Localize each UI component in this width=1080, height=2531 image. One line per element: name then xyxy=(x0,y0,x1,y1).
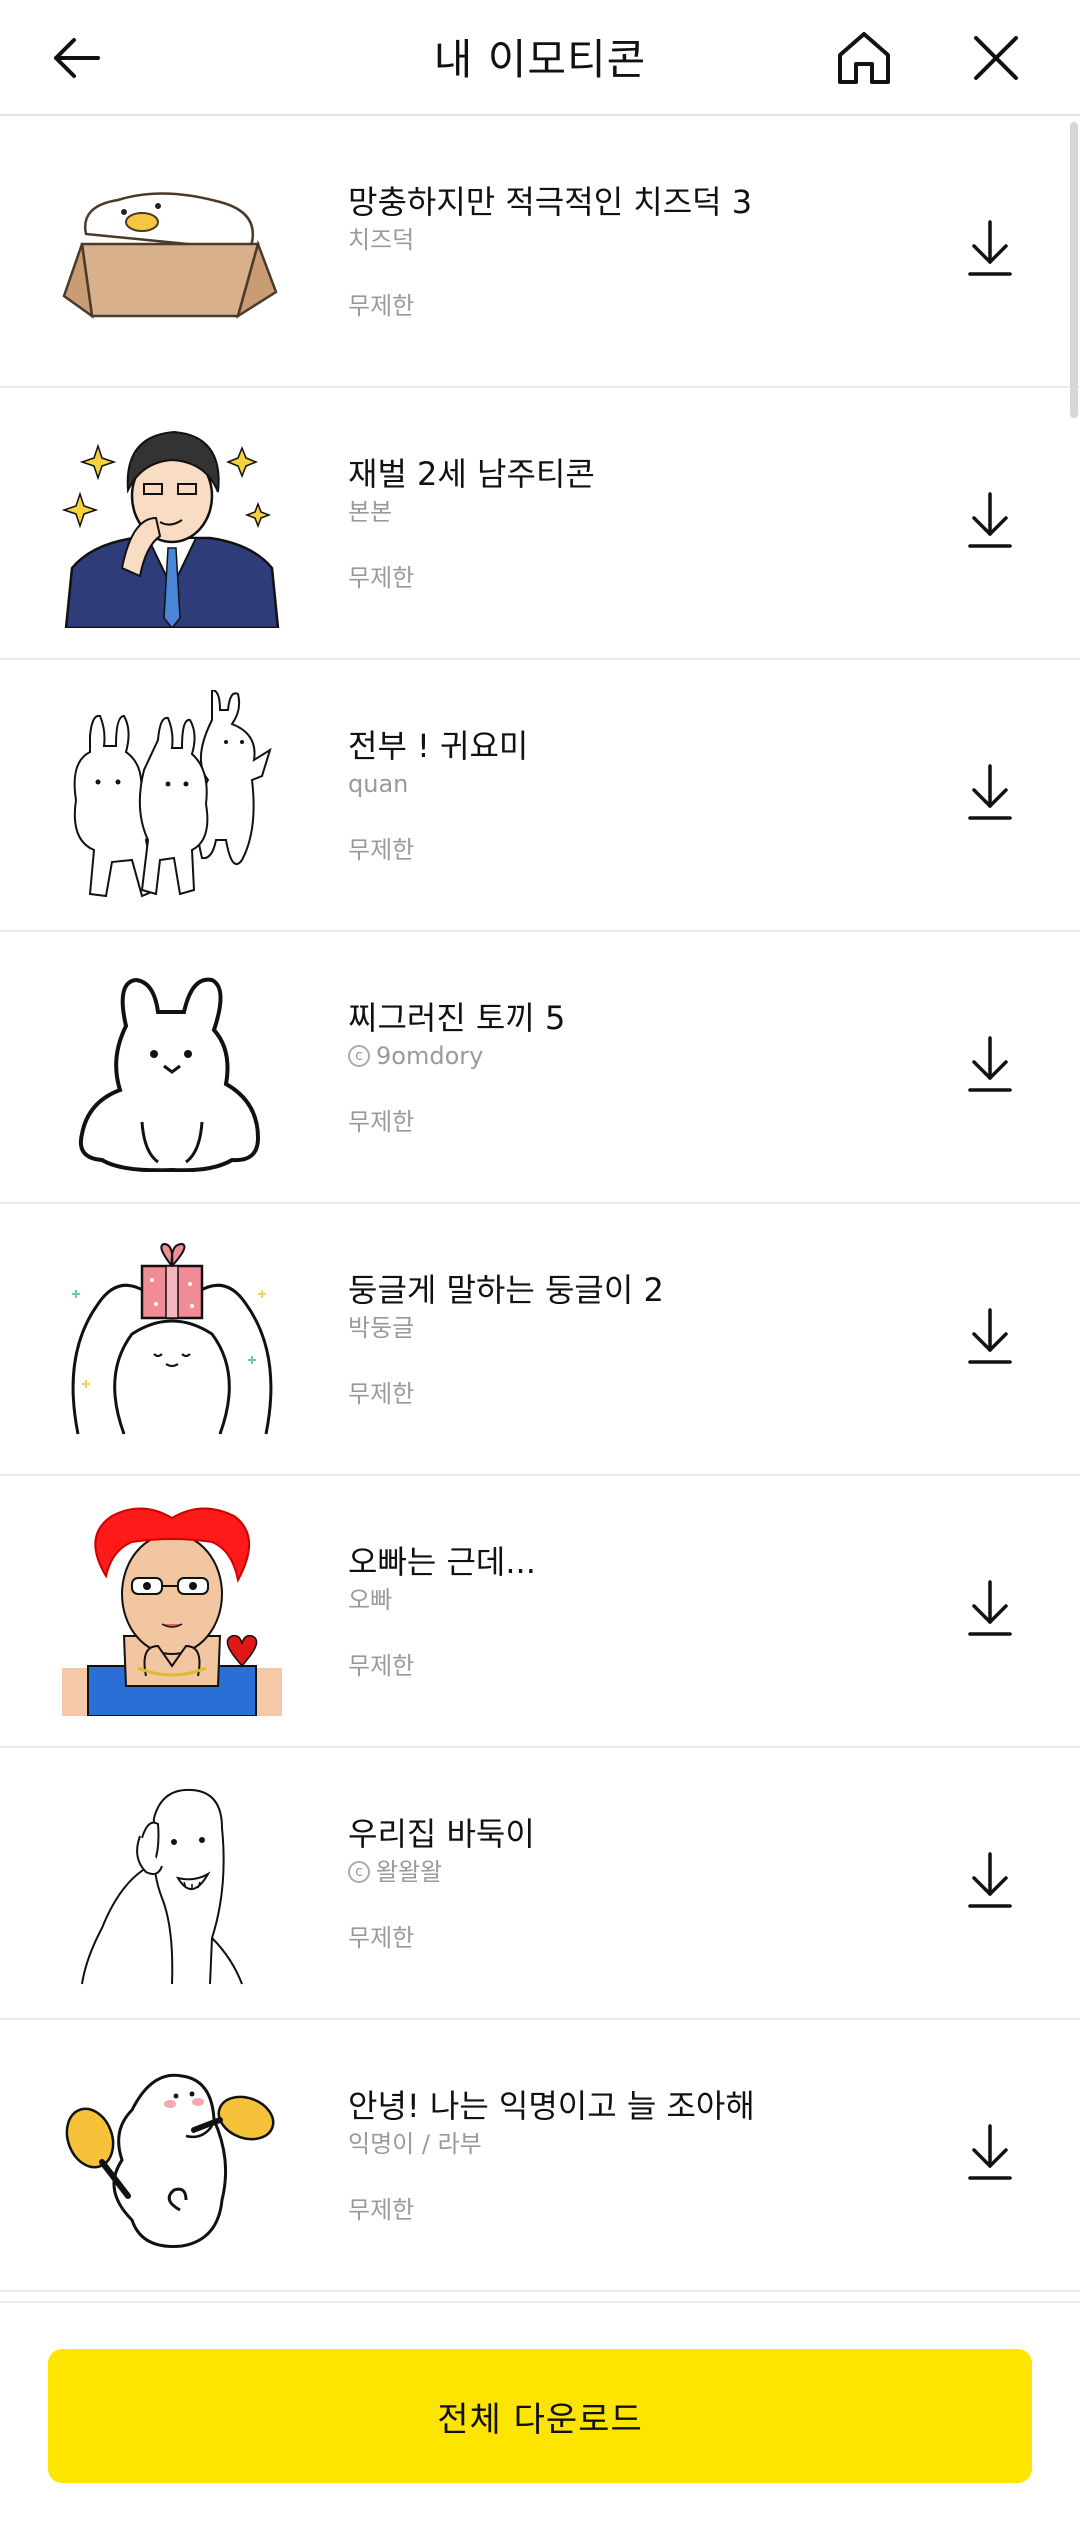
emoticon-validity: 무제한 xyxy=(348,1924,415,1952)
download-button[interactable] xyxy=(954,212,1026,284)
emoticon-validity: 무제한 xyxy=(348,564,415,592)
download-icon xyxy=(968,1308,1012,1364)
emoticon-item[interactable]: 망충하지만 적극적인 치즈덕 3 치즈덕 무제한 xyxy=(0,116,1080,388)
emoticon-validity: 무제한 xyxy=(348,1652,415,1680)
emoticon-author: c 왈왈왈 xyxy=(348,1856,908,1888)
download-icon xyxy=(968,1852,1012,1908)
download-button[interactable] xyxy=(954,1300,1026,1372)
bottom-action-bar: 전체 다운로드 xyxy=(0,2301,1080,2531)
emoticon-author: 본본 xyxy=(348,498,393,526)
emoticon-author: c 9omdory xyxy=(348,1040,908,1072)
emoticon-item[interactable]: 안녕! 나는 익명이고 늘 조아해 익명이 / 라부 무제한 xyxy=(0,2020,1080,2292)
duck-in-box-sticker xyxy=(62,192,278,319)
copyright-icon: c xyxy=(348,1861,370,1883)
emoticon-validity: 무제한 xyxy=(348,292,415,320)
emoticon-info: 재벌 2세 남주티콘 본본 무제한 xyxy=(348,454,908,594)
emoticon-title: 안녕! 나는 익명이고 늘 조아해 xyxy=(348,2087,755,2125)
close-icon xyxy=(974,36,1018,80)
emoticon-item[interactable]: 오빠는 근데... 오빠 무제한 xyxy=(0,1476,1080,1748)
emoticon-title: 찌그러진 토끼 5 xyxy=(348,999,566,1037)
emoticon-validity: 무제한 xyxy=(348,1380,415,1408)
emoticon-title: 둥글게 말하는 둥글이 2 xyxy=(348,1271,664,1309)
emoticon-item[interactable]: 우리집 바둑이 c 왈왈왈 무제한 xyxy=(0,1748,1080,2020)
emoticon-author: 박둥글 xyxy=(348,1314,415,1342)
emoticon-info: 안녕! 나는 익명이고 늘 조아해 익명이 / 라부 무제한 xyxy=(348,2086,908,2226)
bunnies-sticker xyxy=(73,690,272,898)
download-icon xyxy=(968,220,1012,276)
emoticon-author: 오빠 xyxy=(348,1586,393,1614)
copyright-icon: c xyxy=(348,1045,370,1067)
emoticon-info: 오빠는 근데... 오빠 무제한 xyxy=(348,1542,908,1682)
emoticon-title: 오빠는 근데... xyxy=(348,1543,536,1581)
top-app-bar: 내 이모티콘 xyxy=(0,0,1080,116)
emoticon-list[interactable]: 망충하지만 적극적인 치즈덕 3 치즈덕 무제한 재벌 2세 남주티콘 본본 무… xyxy=(0,116,1080,2301)
emoticon-validity: 무제한 xyxy=(348,836,415,864)
scrollbar-thumb[interactable] xyxy=(1070,122,1078,418)
download-all-button[interactable]: 전체 다운로드 xyxy=(48,2349,1032,2483)
download-button[interactable] xyxy=(954,2116,1026,2188)
white-rabbit-sticker xyxy=(79,977,261,1172)
download-button[interactable] xyxy=(954,1844,1026,1916)
page-title: 내 이모티콘 xyxy=(433,35,647,84)
download-button[interactable] xyxy=(954,1572,1026,1644)
download-button[interactable] xyxy=(954,756,1026,828)
emoticon-info: 찌그러진 토끼 5 c 9omdory 무제한 xyxy=(348,998,908,1138)
emoticon-author: quan xyxy=(348,770,409,798)
emoticon-info: 전부 ! 귀요미 quan 무제한 xyxy=(348,726,908,866)
home-button[interactable] xyxy=(824,18,904,98)
emoticon-item[interactable]: 찌그러진 토끼 5 c 9omdory 무제한 xyxy=(0,932,1080,1204)
emoticon-item[interactable]: 둥글게 말하는 둥글이 2 박둥글 무제한 xyxy=(0,1204,1080,1476)
gift-blob-sticker xyxy=(71,1242,273,1435)
download-button[interactable] xyxy=(954,484,1026,556)
emoticon-title: 망충하지만 적극적인 치즈덕 3 xyxy=(348,183,753,221)
emoticon-validity: 무제한 xyxy=(348,2196,415,2224)
emoticon-title: 우리집 바둑이 xyxy=(348,1815,535,1853)
download-icon xyxy=(968,764,1012,820)
close-button[interactable] xyxy=(956,18,1036,98)
red-hair-man-sticker xyxy=(62,1507,282,1716)
emoticon-item[interactable]: 전부 ! 귀요미 quan 무제한 xyxy=(0,660,1080,932)
emoticon-item[interactable]: 재벌 2세 남주티콘 본본 무제한 xyxy=(0,388,1080,660)
download-icon xyxy=(968,1036,1012,1092)
emoticon-title: 재벌 2세 남주티콘 xyxy=(348,455,595,493)
emoticon-author: 치즈덕 xyxy=(348,226,415,254)
emoticon-info: 망충하지만 적극적인 치즈덕 3 치즈덕 무제한 xyxy=(348,182,908,322)
suit-man-sticker xyxy=(62,430,280,628)
emoticon-info: 둥글게 말하는 둥글이 2 박둥글 무제한 xyxy=(348,1270,908,1410)
thumbs-up-dog-sticker xyxy=(81,1788,243,1985)
download-icon xyxy=(968,492,1012,548)
download-button[interactable] xyxy=(954,1028,1026,1100)
download-icon xyxy=(968,2124,1012,2180)
home-icon xyxy=(838,32,890,84)
download-icon xyxy=(968,1580,1012,1636)
emoticon-info: 우리집 바둑이 c 왈왈왈 무제한 xyxy=(348,1814,908,1954)
emoticon-validity: 무제한 xyxy=(348,1108,415,1136)
maracas-blob-sticker xyxy=(65,2073,275,2248)
emoticon-author: 익명이 / 라부 xyxy=(348,2130,482,2158)
emoticon-title: 전부 ! 귀요미 xyxy=(348,727,529,765)
